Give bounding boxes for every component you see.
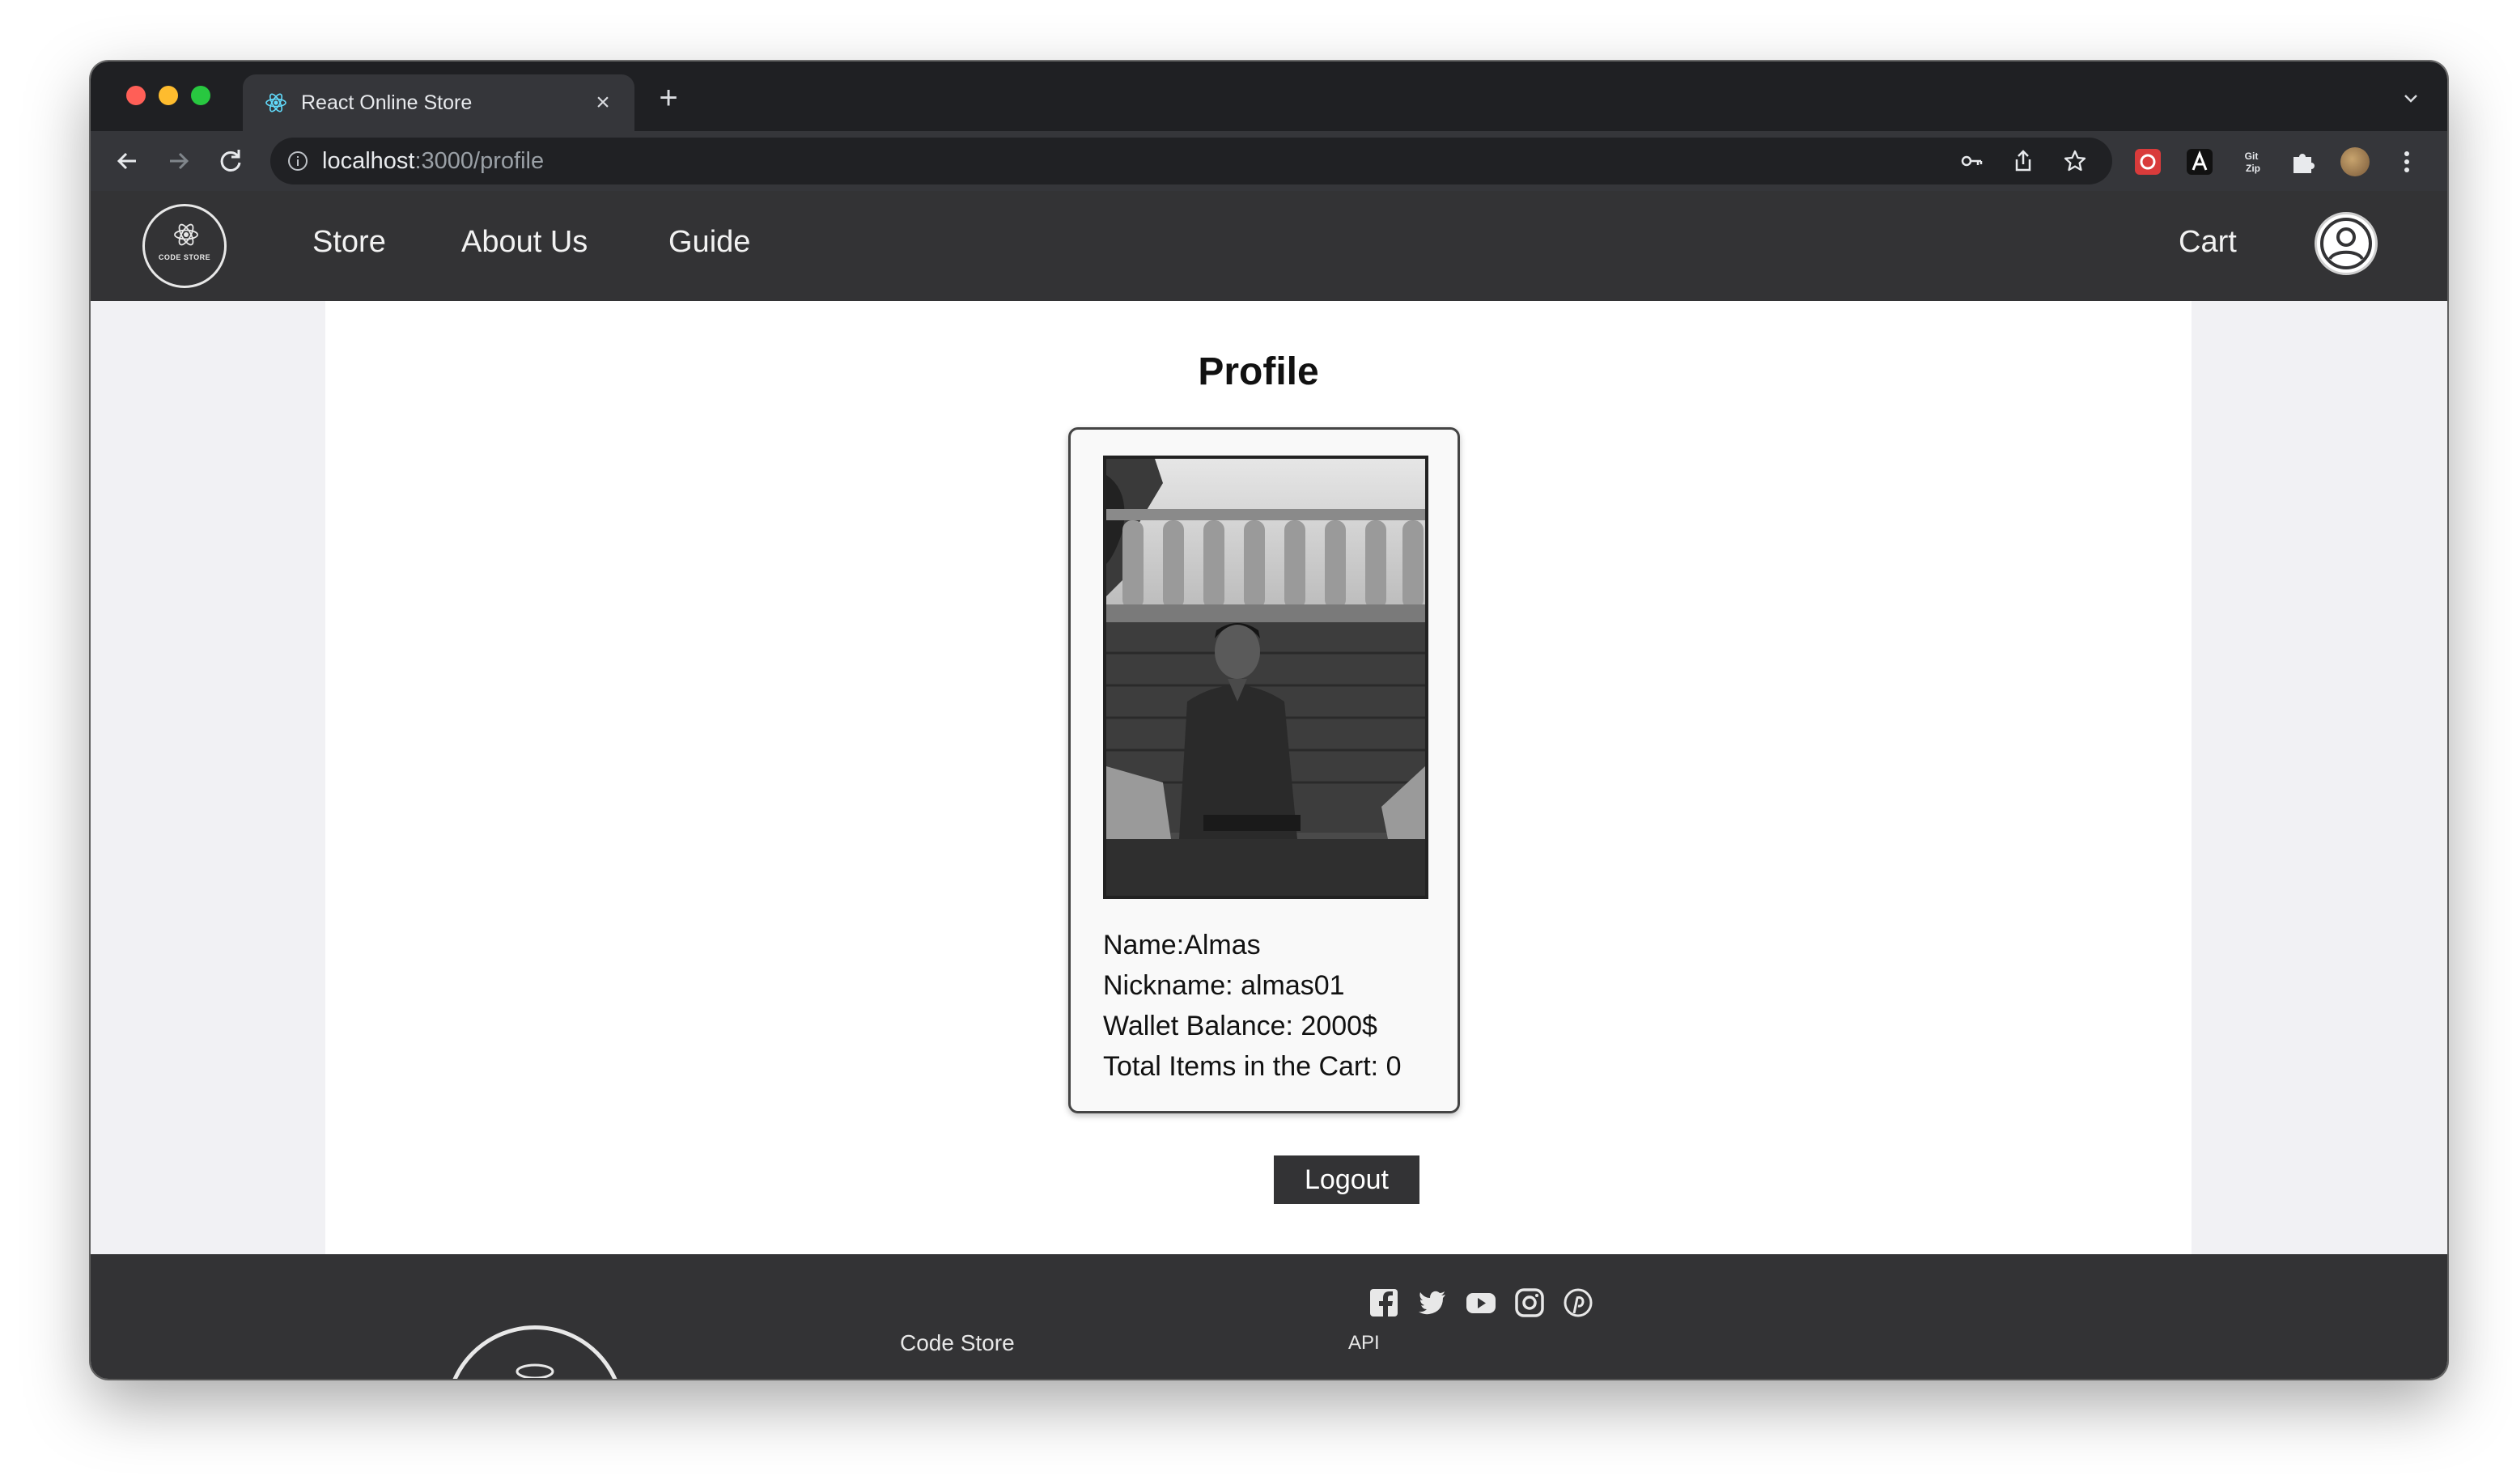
react-icon: [265, 93, 286, 112]
close-window-button[interactable]: [126, 86, 146, 105]
youtube-icon[interactable]: [1465, 1287, 1497, 1319]
logo-text: CODE STORE: [158, 253, 211, 261]
chevron-down-icon[interactable]: [2399, 86, 2423, 110]
cart-items-label: Total Items in the Cart:: [1103, 1051, 1379, 1082]
wallet-value: 2000$: [1301, 1011, 1377, 1041]
share-icon[interactable]: [2010, 148, 2036, 174]
profile-card: Name:Almas Nickname: almas01 Wallet Bala…: [1068, 427, 1460, 1113]
nav-link-cart[interactable]: Cart: [2179, 225, 2237, 260]
atom-icon: [174, 223, 198, 246]
url-host: localhost: [322, 148, 415, 174]
extension-a-icon[interactable]: [2185, 147, 2214, 176]
cart-items-value: 0: [1385, 1051, 1402, 1082]
extension-red-icon[interactable]: [2133, 147, 2162, 176]
main-content: Profile Name:Almas Nickname: almas01 Wal…: [325, 301, 2192, 1254]
star-icon[interactable]: [2062, 148, 2088, 174]
nav-link-guide[interactable]: Guide: [668, 225, 750, 260]
svg-text:Git: Git: [2245, 151, 2259, 162]
kebab-menu-icon[interactable]: [2392, 147, 2421, 176]
code-store-logo[interactable]: CODE STORE: [142, 204, 227, 288]
profile-nickname: Nickname: almas01: [1103, 970, 1345, 1002]
profile-name: Name:Almas: [1103, 930, 1261, 961]
profile-photo-image: [1106, 459, 1425, 896]
wallet-label: Wallet Balance:: [1103, 1011, 1293, 1041]
user-circle-icon: [2320, 218, 2372, 269]
maximize-window-button[interactable]: [191, 86, 210, 105]
key-icon[interactable]: [1958, 148, 1984, 174]
footer-api-link[interactable]: API: [1348, 1332, 1380, 1355]
profile-cart-items: Total Items in the Cart: 0: [1103, 1051, 1402, 1083]
browser-toolbar: localhost:3000/profile Git Zip: [91, 131, 2447, 191]
atom-icon: [516, 1363, 554, 1378]
logout-button[interactable]: Logout: [1274, 1155, 1419, 1204]
twitter-icon[interactable]: [1416, 1287, 1449, 1319]
nickname-label: Nickname:: [1103, 970, 1233, 1001]
nickname-value: almas01: [1241, 970, 1345, 1001]
tab-strip: React Online Store × +: [91, 61, 2447, 131]
user-profile-button[interactable]: [2315, 212, 2378, 275]
minimize-window-button[interactable]: [159, 86, 178, 105]
svg-text:Zip: Zip: [2246, 163, 2260, 174]
facebook-icon[interactable]: [1368, 1287, 1400, 1319]
nav-link-store[interactable]: Store: [312, 225, 386, 260]
browser-tab[interactable]: React Online Store ×: [243, 74, 634, 131]
nav-link-about-us[interactable]: About Us: [461, 225, 588, 260]
url-text: localhost:3000/profile: [322, 148, 544, 175]
address-bar[interactable]: localhost:3000/profile: [270, 138, 2112, 184]
footer-brand: Code Store: [900, 1330, 1015, 1355]
site-footer: Code Store API: [91, 1254, 2447, 1379]
back-arrow-icon[interactable]: [110, 144, 144, 178]
tab-title: React Online Store: [301, 91, 473, 114]
pinterest-icon[interactable]: [1562, 1287, 1594, 1319]
puzzle-icon[interactable]: [2289, 147, 2318, 176]
footer-logo[interactable]: [445, 1325, 625, 1379]
info-icon[interactable]: [286, 150, 309, 172]
profile-wallet-balance: Wallet Balance: 2000$: [1103, 1011, 1377, 1042]
browser-window: React Online Store × + localhost:3000/pr…: [91, 61, 2447, 1379]
url-path: :3000/profile: [414, 148, 545, 174]
reload-icon[interactable]: [214, 144, 248, 178]
profile-photo: [1103, 456, 1428, 899]
gitzip-icon[interactable]: Git Zip: [2237, 147, 2266, 176]
name-label: Name:: [1103, 930, 1185, 960]
new-tab-button[interactable]: +: [652, 82, 685, 115]
profile-avatar-icon[interactable]: [2340, 147, 2370, 176]
forward-arrow-icon[interactable]: [162, 144, 196, 178]
name-value: Almas: [1184, 930, 1261, 960]
instagram-icon[interactable]: [1513, 1287, 1546, 1319]
tab-close-icon[interactable]: ×: [589, 89, 617, 117]
page-title: Profile: [1198, 350, 1319, 393]
site-navbar: CODE STORE Store About Us Guide Cart: [91, 191, 2447, 301]
